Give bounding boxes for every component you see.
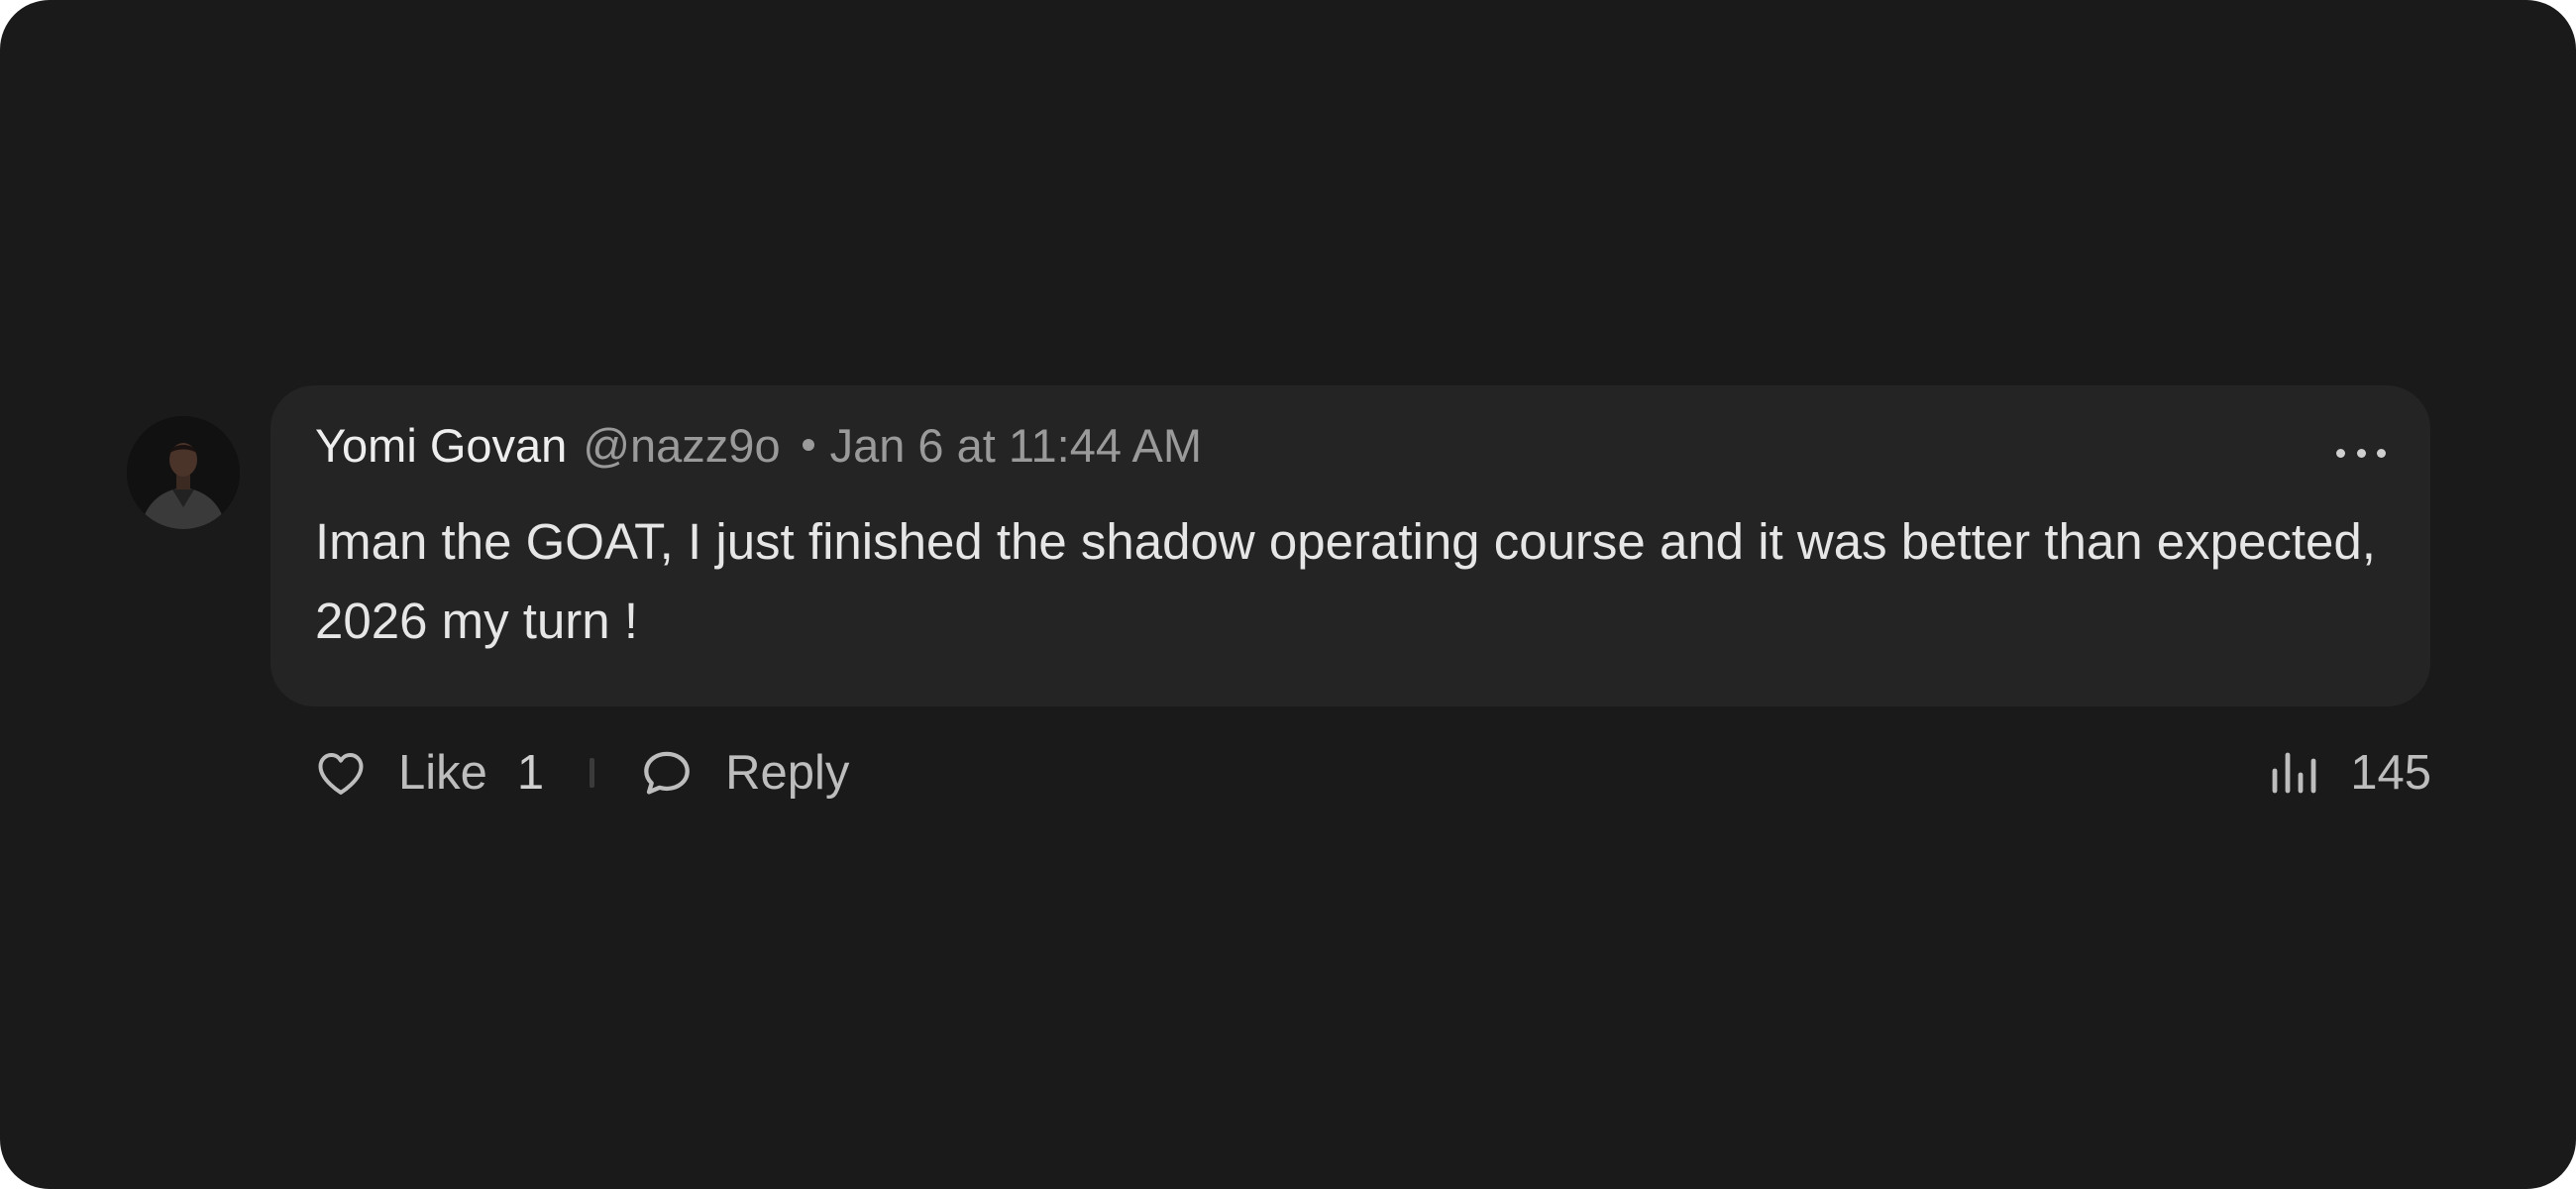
separator-dot [802,439,814,451]
like-button[interactable]: Like 1 [315,745,544,801]
bar-chart-icon [2272,752,2316,794]
comment-bubble: Yomi Govan @nazz9o Jan 6 at 11:44 AM Ima… [270,385,2430,706]
speech-bubble-icon [644,751,690,795]
author-name[interactable]: Yomi Govan [315,418,567,473]
avatar[interactable] [127,416,240,529]
views-count: 145 [2350,746,2431,800]
more-horizontal-icon [2336,448,2345,458]
action-divider [590,758,595,788]
author-handle[interactable]: @nazz9o [583,418,780,473]
comment-timestamp[interactable]: Jan 6 at 11:44 AM [830,418,1202,473]
reply-label: Reply [725,746,850,800]
views-counter[interactable]: 145 [2269,738,2431,808]
comment-header: Yomi Govan @nazz9o Jan 6 at 11:44 AM [315,415,1202,475]
comment-card: Yomi Govan @nazz9o Jan 6 at 11:44 AM Ima… [0,0,2576,1189]
avatar-photo [127,416,240,529]
comment-actions: Like 1 Reply [315,738,849,808]
more-options-button[interactable] [2336,441,2386,465]
like-label: Like [398,746,487,800]
heart-icon [318,753,364,795]
reply-button[interactable]: Reply [640,745,849,801]
like-count: 1 [516,746,545,800]
comment-text: Iman the GOAT, I just finished the shado… [315,513,2376,649]
